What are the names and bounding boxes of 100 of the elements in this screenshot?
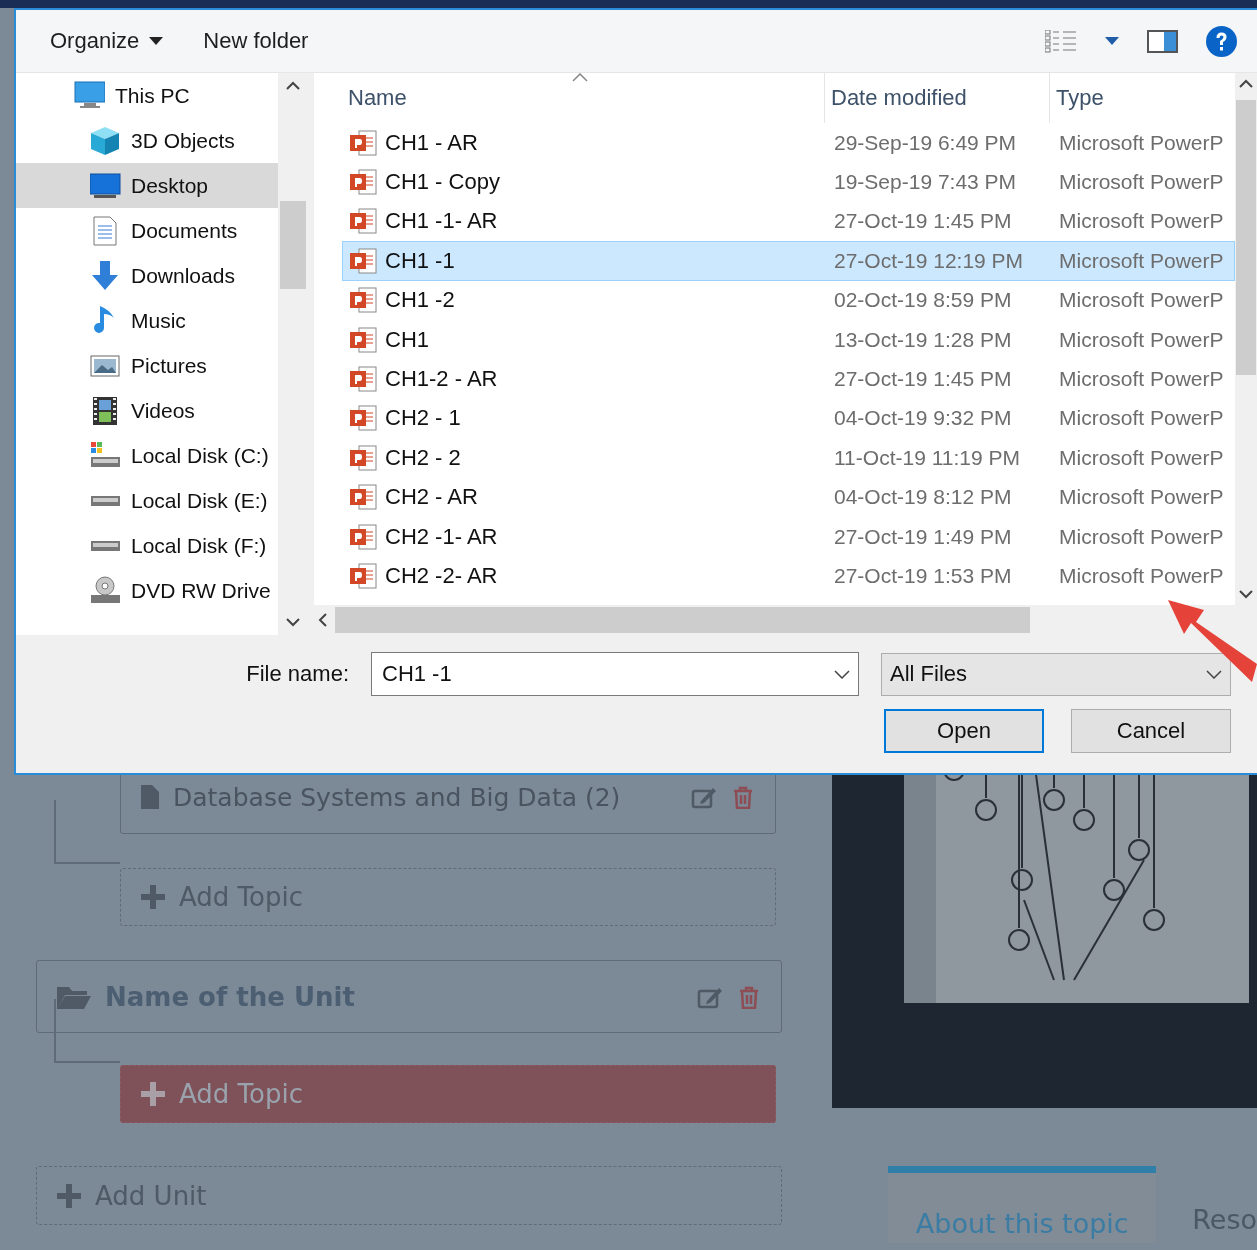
nav-item[interactable]: Local Disk (F:) (16, 523, 278, 568)
type-cell-text: Microsoft PowerP (1058, 209, 1225, 234)
date-cell-text: 29-Sep-19 6:49 PM (833, 130, 1018, 155)
nav-item[interactable]: Local Disk (C:) (16, 433, 278, 478)
nav-item[interactable]: Local Disk (E:) (16, 478, 278, 523)
presentation-file-icon (349, 326, 377, 353)
connector-line (54, 800, 120, 864)
plus-icon (141, 1082, 165, 1106)
preview-pane-icon[interactable] (1147, 29, 1178, 53)
date-cell-text: 27-Oct-19 1:49 PM (833, 524, 1013, 549)
caret-icon[interactable] (1105, 37, 1119, 45)
date-cell-text: 02-Oct-19 8:59 PM (833, 288, 1013, 313)
new-folder-button[interactable]: New folder (203, 24, 309, 58)
type-cell-text: Microsoft PowerP (1058, 406, 1225, 431)
nav-item[interactable]: Pictures (16, 343, 278, 388)
type-cell-text: Microsoft PowerP (1058, 367, 1225, 392)
file-type-dropdown[interactable]: All Files (881, 652, 1231, 696)
cube-icon (90, 125, 121, 156)
edit-icon[interactable] (691, 785, 718, 809)
plus-icon (57, 1183, 81, 1208)
type-cell-text: Microsoft PowerP (1058, 485, 1225, 510)
presentation-file-icon (349, 523, 377, 550)
file-name: CH1 (385, 326, 429, 353)
down-arrow-icon (90, 260, 121, 291)
scroll-thumb[interactable] (279, 201, 306, 289)
type-cell-text: Microsoft PowerP (1058, 564, 1225, 588)
date-cell-text: 27-Oct-19 1:45 PM (833, 209, 1013, 234)
presentation-file-icon (349, 563, 377, 589)
file-name: CH1 -1 (385, 247, 455, 274)
file-row[interactable]: CH2 - AR 04-Oct-19 8:12 PM Microsoft PowerP (342, 477, 1235, 517)
date-cell-text: 27-Oct-19 1:45 PM (833, 367, 1013, 392)
type-cell-text: Microsoft PowerP (1058, 248, 1225, 273)
chevron-down-icon (1206, 669, 1222, 679)
date-cell-text: 04-Oct-19 9:32 PM (833, 406, 1013, 431)
file-name-combo[interactable]: CH1 -1 (371, 652, 859, 696)
type-cell-text: Microsoft PowerP (1058, 288, 1225, 313)
file-name: CH1 -1- AR (385, 208, 498, 235)
presentation-file-icon (349, 405, 377, 432)
date-cell-text: 04-Oct-19 8:12 PM (833, 485, 1013, 510)
file-row[interactable]: CH2 - 1 04-Oct-19 9:32 PM Microsoft PowerP (342, 398, 1235, 439)
scrollbar[interactable] (1235, 73, 1257, 605)
name-column-header[interactable]: Name (342, 73, 825, 123)
caret-icon (149, 37, 164, 45)
file-row[interactable]: CH1 -2 02-Oct-19 8:59 PM Microsoft PowerP (342, 280, 1235, 320)
file-name: CH2 - 1 (385, 405, 461, 432)
file-name-label: File name: (246, 661, 349, 687)
nav-item[interactable]: Documents (16, 208, 278, 253)
file-row[interactable]: CH1 - Copy 19-Sep-19 7:43 PM Microsoft PowerP (342, 162, 1235, 202)
scroll-thumb[interactable] (1236, 100, 1256, 375)
file-name: CH2 -2- AR (385, 563, 498, 589)
file-row[interactable]: CH1 -1 27-Oct-19 12:19 PM Microsoft PowerP (342, 241, 1235, 281)
presentation-file-icon (349, 287, 377, 314)
presentation-file-icon (349, 444, 377, 471)
type-cell-text: Microsoft PowerP (1058, 445, 1225, 470)
file-row[interactable]: CH1 13-Oct-19 1:28 PM Microsoft PowerP (342, 319, 1235, 360)
file-name: CH1 - Copy (385, 169, 500, 196)
file-row[interactable]: CH1 -1- AR 27-Oct-19 1:45 PM Microsoft PowerP (342, 201, 1235, 242)
presentation-file-icon (349, 169, 377, 196)
hard-drive-icon (90, 494, 121, 507)
file-name: CH2 - AR (385, 484, 478, 511)
file-row[interactable]: CH2 -1- AR 27-Oct-19 1:49 PM Microsoft PowerP (342, 516, 1235, 557)
help-icon[interactable] (1206, 25, 1237, 57)
file-name: CH1-2 - AR (385, 366, 498, 393)
organize-menu[interactable]: Organize (50, 24, 164, 58)
file-name: CH2 -1- AR (385, 523, 498, 550)
folder-icon (57, 984, 91, 1009)
presentation-file-icon (349, 129, 377, 156)
file-row[interactable]: CH2 - 2 11-Oct-19 11:19 PM Microsoft PowerP (342, 438, 1235, 478)
type-cell-text: Microsoft PowerP (1058, 170, 1225, 195)
nav-item[interactable]: This PC (16, 73, 278, 118)
date-cell-text: 27-Oct-19 12:19 PM (833, 248, 1025, 273)
hard-drive-icon (90, 539, 121, 552)
file-row[interactable]: CH1 - AR 29-Sep-19 6:49 PM Microsoft PowerP (342, 123, 1235, 163)
nav-item[interactable]: Downloads (16, 253, 278, 298)
file-row[interactable]: CH1-2 - AR 27-Oct-19 1:45 PM Microsoft PowerP (342, 359, 1235, 399)
date-column-header[interactable]: Date modified (825, 73, 1050, 123)
type-cell-text: Microsoft PowerP (1058, 130, 1225, 155)
chevron-down-icon (834, 669, 850, 679)
dvd-drive-icon (90, 575, 121, 606)
cancel-button[interactable]: Cancel (1071, 709, 1231, 753)
file-name: CH1 -2 (385, 287, 455, 314)
presentation-file-icon (349, 366, 377, 393)
open-button[interactable]: Open (884, 709, 1044, 753)
nav-item[interactable]: 3D Objects (16, 118, 278, 163)
scrollbar[interactable] (314, 605, 1257, 635)
view-options-icon[interactable] (1045, 29, 1077, 53)
file-name: CH1 - AR (385, 129, 478, 156)
presentation-file-icon (349, 247, 377, 274)
plus-icon (141, 885, 165, 909)
nav-item[interactable]: Desktop (16, 163, 278, 208)
nav-item[interactable]: DVD RW Drive (16, 568, 278, 613)
file-name: CH2 - 2 (385, 444, 461, 471)
type-cell-text: Microsoft PowerP (1058, 327, 1225, 352)
file-icon (141, 785, 159, 809)
date-cell-text: 27-Oct-19 1:53 PM (833, 564, 1013, 588)
computer-icon (74, 80, 105, 111)
nav-item[interactable]: Videos (16, 388, 278, 433)
file-row[interactable]: CH2 -2- AR 27-Oct-19 1:53 PM Microsoft PowerP (342, 556, 1235, 596)
presentation-file-icon (349, 208, 377, 235)
nav-item[interactable]: Music (16, 298, 278, 343)
